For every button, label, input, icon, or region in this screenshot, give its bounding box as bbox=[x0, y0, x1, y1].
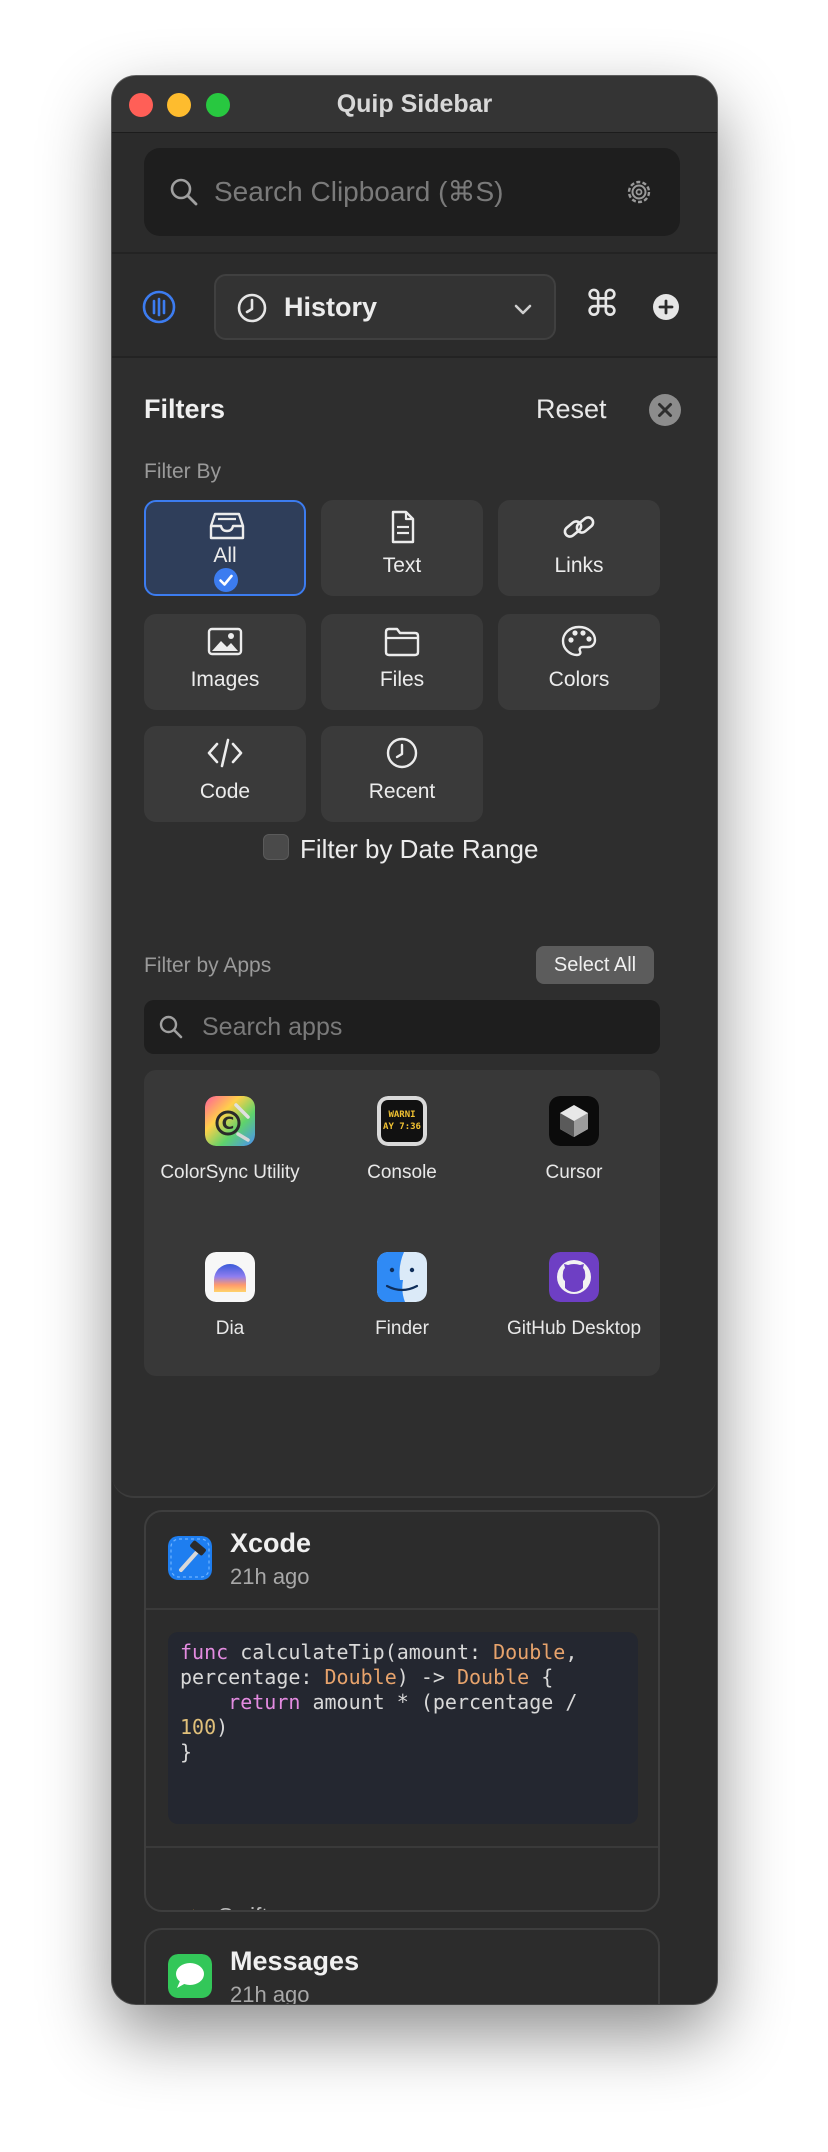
clip-card[interactable]: Messages 21h ago bbox=[144, 1928, 660, 2004]
divider bbox=[146, 1608, 658, 1610]
cursor-icon bbox=[549, 1096, 599, 1146]
clip-card[interactable]: Xcode 21h ago func calculateTip(amount: … bbox=[144, 1510, 660, 1912]
app-name: Finder bbox=[375, 1318, 429, 1339]
filter-code-tile[interactable]: Code bbox=[144, 726, 306, 822]
date-range-checkbox[interactable] bbox=[263, 834, 289, 860]
gear-icon[interactable] bbox=[624, 177, 654, 207]
filter-recent-tile[interactable]: Recent bbox=[321, 726, 483, 822]
tray-icon bbox=[209, 512, 245, 540]
date-range-label[interactable]: Filter by Date Range bbox=[300, 834, 538, 865]
dia-icon bbox=[205, 1252, 255, 1302]
messages-icon bbox=[168, 1954, 212, 1998]
app-name: ColorSync Utility bbox=[160, 1162, 300, 1183]
filter-by-apps-label: Filter by Apps bbox=[144, 954, 272, 977]
history-dropdown[interactable]: History bbox=[214, 274, 556, 340]
clip-app-name: Messages bbox=[230, 1946, 360, 1976]
app-name: Console bbox=[367, 1162, 437, 1183]
app-cursor[interactable]: Cursor bbox=[488, 1070, 660, 1183]
filter-all-tile[interactable]: All bbox=[144, 500, 306, 596]
clip-app-name: Xcode bbox=[230, 1528, 312, 1558]
console-icon: WARNI AY 7:36 bbox=[377, 1096, 427, 1146]
filter-by-label: Filter By bbox=[144, 460, 222, 483]
filter-code-label: Code bbox=[199, 780, 251, 803]
add-icon[interactable] bbox=[652, 293, 680, 321]
folder-icon bbox=[384, 627, 420, 657]
apps-search-input[interactable]: Search apps bbox=[144, 1000, 660, 1054]
code-icon bbox=[207, 738, 243, 768]
filter-recent-label: Recent bbox=[368, 780, 436, 803]
svg-text:C: C bbox=[222, 1114, 234, 1134]
app-name: Cursor bbox=[545, 1162, 603, 1183]
svg-text:AY 7:36: AY 7:36 bbox=[383, 1122, 421, 1132]
search-icon bbox=[170, 178, 198, 206]
filter-colors-label: Colors bbox=[548, 668, 610, 691]
app-name: Dia bbox=[215, 1318, 245, 1339]
filter-all-label: All bbox=[213, 544, 237, 567]
history-label: History bbox=[284, 292, 378, 322]
clock-icon bbox=[237, 293, 267, 323]
filter-images-label: Images bbox=[190, 668, 260, 691]
filter-text-tile[interactable]: Text bbox=[321, 500, 483, 596]
github-icon bbox=[549, 1252, 599, 1302]
app-colorsync-utility[interactable]: C ColorSync Utility bbox=[144, 1070, 316, 1183]
filter-files-label: Files bbox=[379, 668, 425, 691]
clip-timestamp: 21h ago bbox=[230, 1564, 310, 1589]
app-finder[interactable]: Finder bbox=[316, 1226, 488, 1339]
search-icon bbox=[159, 1015, 183, 1039]
app-name: GitHub Desktop bbox=[506, 1318, 642, 1339]
reset-button[interactable]: Reset bbox=[536, 394, 607, 425]
waveform-icon[interactable] bbox=[142, 290, 176, 324]
xcode-icon bbox=[168, 1536, 212, 1580]
palette-icon bbox=[561, 625, 597, 657]
filter-colors-tile[interactable]: Colors bbox=[498, 614, 660, 710]
app-window: Quip Sidebar Search Clipboard (⌘S) Histo… bbox=[112, 76, 717, 2004]
photo-icon bbox=[207, 627, 243, 656]
chevron-down-icon bbox=[514, 304, 532, 315]
swift-icon bbox=[181, 1909, 194, 1910]
filter-images-tile[interactable]: Images bbox=[144, 614, 306, 710]
app-console[interactable]: WARNI AY 7:36 Console bbox=[316, 1070, 488, 1183]
link-icon bbox=[563, 516, 595, 538]
filter-links-tile[interactable]: Links bbox=[498, 500, 660, 596]
filter-links-label: Links bbox=[554, 554, 604, 577]
app-github-desktop[interactable]: GitHub Desktop bbox=[488, 1226, 660, 1339]
toolbar: History ⌘ bbox=[112, 254, 717, 357]
checkmark-icon bbox=[214, 568, 238, 592]
filters-title: Filters bbox=[144, 394, 226, 424]
select-all-button[interactable]: Select All bbox=[536, 946, 654, 984]
apps-grid: C ColorSync Utility WARNI AY 7:36 Consol… bbox=[144, 1070, 660, 1376]
document-icon bbox=[391, 510, 415, 544]
app-dia[interactable]: Dia bbox=[144, 1226, 316, 1339]
filters-panel: Filters Reset Filter By All Text Links I… bbox=[112, 358, 717, 1498]
divider bbox=[146, 1846, 658, 1848]
close-filters-icon[interactable] bbox=[649, 394, 681, 426]
search-placeholder: Search Clipboard (⌘S) bbox=[214, 176, 504, 207]
clip-language: Swift bbox=[218, 1903, 268, 1910]
code-snippet[interactable]: func calculateTip(amount: Double, percen… bbox=[168, 1632, 638, 1824]
svg-text:WARNI: WARNI bbox=[388, 1110, 415, 1120]
apps-search-placeholder: Search apps bbox=[202, 1013, 343, 1041]
filter-text-label: Text bbox=[382, 554, 422, 577]
finder-icon bbox=[377, 1252, 427, 1302]
command-key-icon[interactable]: ⌘ bbox=[584, 282, 620, 326]
colorsync-icon: C bbox=[205, 1096, 255, 1146]
clipboard-search-field[interactable]: Search Clipboard (⌘S) bbox=[144, 148, 680, 236]
clip-timestamp: 21h ago bbox=[230, 1982, 310, 2004]
filter-files-tile[interactable]: Files bbox=[321, 614, 483, 710]
title-bar: Quip Sidebar bbox=[112, 76, 717, 133]
window-title: Quip Sidebar bbox=[336, 90, 493, 118]
clock-icon bbox=[386, 737, 418, 769]
